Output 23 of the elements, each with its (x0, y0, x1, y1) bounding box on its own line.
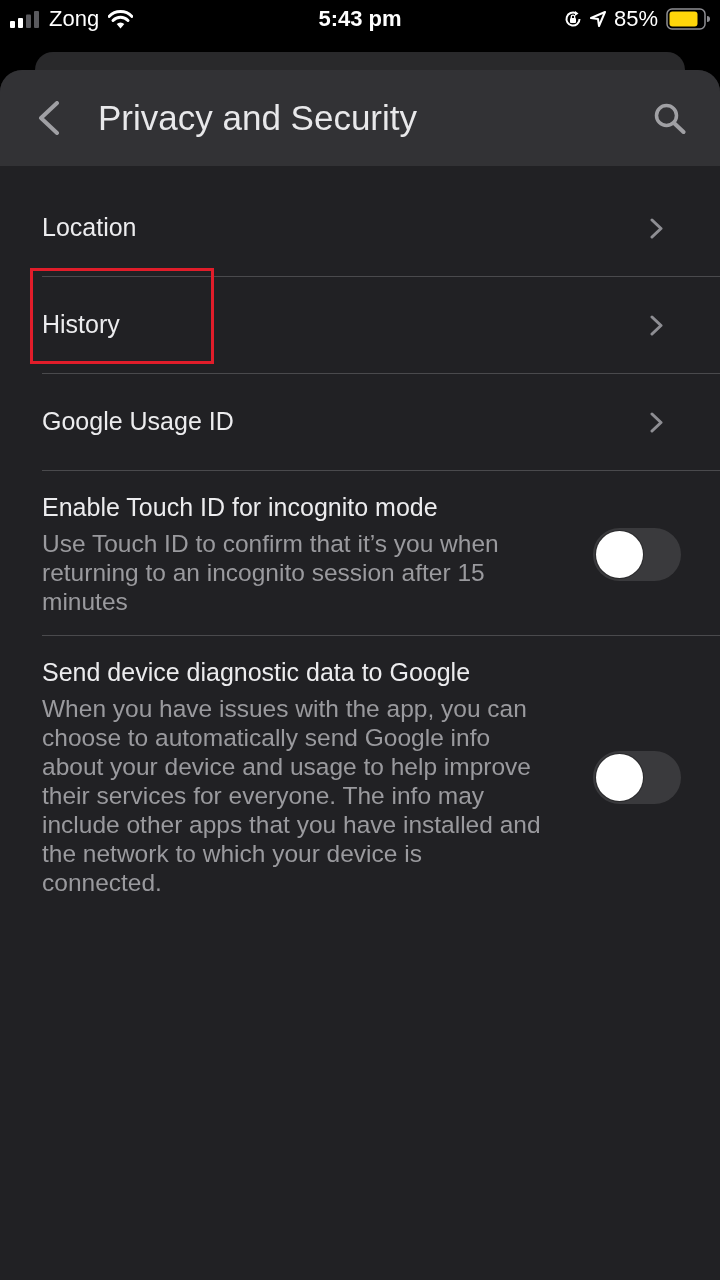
location-arrow-icon (589, 11, 606, 27)
toggle-switch[interactable] (593, 527, 681, 581)
battery-percentage: 85% (613, 7, 658, 31)
search-icon[interactable] (654, 102, 686, 134)
battery-icon (666, 8, 710, 30)
back-icon[interactable] (38, 101, 60, 135)
setting-title: Send device diagnostic data to Google (42, 657, 472, 687)
settings-row[interactable]: Location (42, 180, 720, 277)
settings-row[interactable]: Google Usage ID (42, 374, 720, 471)
chevron-right-icon (650, 314, 663, 336)
wifi-icon (108, 9, 134, 29)
carrier-name: Zong (49, 7, 100, 31)
chevron-right-icon (650, 217, 663, 239)
settings-row[interactable]: History (42, 277, 720, 374)
clock-time: 5:43 pm (318, 7, 402, 31)
signal-icon (10, 10, 40, 28)
setting-description: When you have issues with the app, you can choose to automatically send Google info about your device and usage to help improve their services for everyone. The info may include other apps that you have installed and the network to which your device is connected. (42, 694, 542, 897)
toggle-switch[interactable] (593, 750, 681, 804)
setting-description: Use Touch ID to confirm that it’s you when returning to an incognito session after 15 minutes (42, 529, 500, 616)
setting-title: Enable Touch ID for incognito mode (42, 492, 439, 522)
chevron-right-icon (650, 411, 663, 433)
page-title: Privacy and Security (98, 97, 419, 139)
rotation-lock-icon (563, 10, 582, 28)
